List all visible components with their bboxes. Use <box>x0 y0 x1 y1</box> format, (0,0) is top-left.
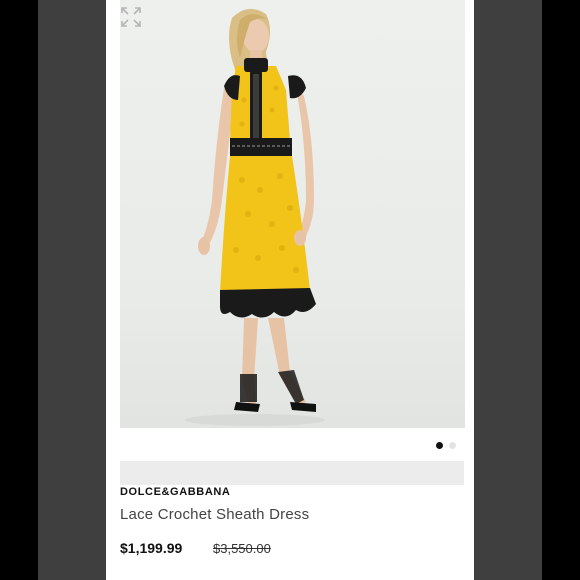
model-illustration <box>185 8 325 426</box>
carousel-dot-1[interactable] <box>436 442 443 449</box>
sale-price: $1,199.99 <box>120 540 183 556</box>
product-image[interactable] <box>120 0 465 428</box>
placeholder-band <box>120 461 464 485</box>
carousel-dots <box>436 442 456 449</box>
product-brand: DOLCE&GABBANA <box>120 486 231 498</box>
right-side-bar <box>474 0 542 580</box>
left-side-bar <box>38 0 106 580</box>
original-price: $3,550.00 <box>213 541 271 556</box>
product-card: DOLCE&GABBANA Lace Crochet Sheath Dress … <box>106 0 474 580</box>
carousel-dot-2[interactable] <box>449 442 456 449</box>
expand-icon[interactable] <box>120 6 142 28</box>
product-title: Lace Crochet Sheath Dress <box>120 506 310 523</box>
